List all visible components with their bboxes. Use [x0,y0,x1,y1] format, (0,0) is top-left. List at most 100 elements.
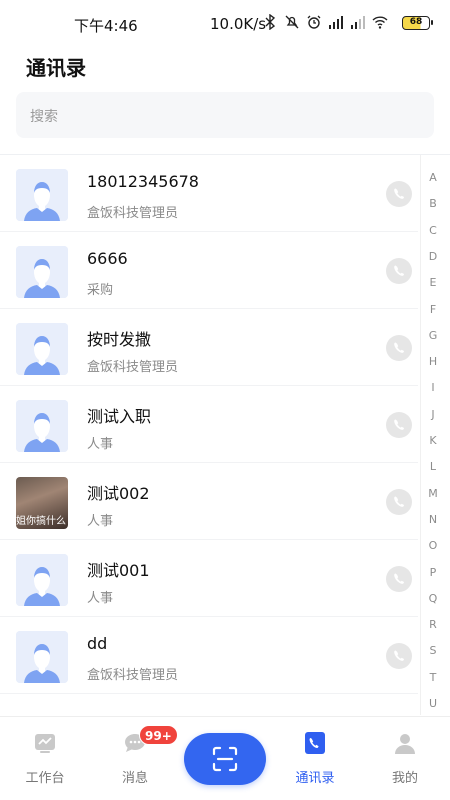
alphabet-letter[interactable]: P [421,566,445,579]
signal-icon [329,16,343,29]
nav-label: 我的 [391,771,418,786]
avatar [16,631,68,683]
call-button[interactable] [386,566,412,592]
alphabet-letter[interactable]: S [421,644,445,657]
contact-role: 人事 [87,591,114,606]
alphabet-letter[interactable]: N [421,513,445,526]
status-time: 下午4:46 [74,17,138,35]
avatar [16,169,68,221]
nav-workbench[interactable]: 工作台 [0,717,90,800]
alphabet-letter[interactable]: R [421,618,445,631]
signal-2-icon [351,16,365,29]
alphabet-index[interactable]: AB CDE FGHI JKL MNO PQRS TU [420,155,444,715]
alphabet-letter[interactable]: T [421,671,445,684]
alphabet-letter[interactable]: K [421,434,445,447]
nav-label: 工作台 [25,771,65,786]
alphabet-letter[interactable]: L [421,460,445,473]
alphabet-letter[interactable]: G [421,329,445,342]
phone-icon [394,650,404,661]
avatar [16,400,68,452]
avatar-caption: 姐你搞什么 [16,516,66,527]
contacts-icon [305,732,325,754]
contact-row[interactable]: 测试001 人事 [0,540,418,617]
wifi-icon [372,16,388,29]
phone-icon [394,496,404,507]
contact-role: 采购 [87,283,114,298]
phone-icon [394,342,404,353]
contact-row[interactable]: 18012345678 盒饭科技管理员 [0,155,418,232]
contact-role: 人事 [87,437,114,452]
page-title: 通讯录 [26,56,86,80]
bluetooth-icon [265,14,276,30]
avatar [16,246,68,298]
contact-row[interactable]: 测试入职 人事 [0,386,418,463]
photo-avatar: 姐你搞什么 [16,477,68,529]
alphabet-letter[interactable]: U [421,697,445,710]
battery-indicator: 68 [402,16,433,30]
alphabet-letter[interactable]: B [421,197,445,210]
call-button[interactable] [386,412,412,438]
alphabet-letter[interactable]: I [421,381,445,394]
nav-messages[interactable]: 99+ 消息 [90,717,180,800]
call-button[interactable] [386,258,412,284]
nav-label: 通讯录 [295,771,335,786]
alphabet-letter[interactable]: D [421,250,445,263]
call-button[interactable] [386,489,412,515]
status-bar: 下午4:46 10.0K/s 68 [0,0,450,46]
contact-role: 盒饭科技管理员 [87,668,179,683]
phone-icon [394,573,404,584]
alphabet-letter[interactable]: M [421,487,445,500]
alarm-icon [307,15,321,29]
default-avatar-icon [16,400,68,452]
workbench-icon [35,734,55,753]
alphabet-letter[interactable]: H [421,355,445,368]
phone-icon [394,188,404,199]
contact-name: dd [87,634,108,653]
contact-name: 按时发撒 [87,330,152,349]
search-input[interactable]: 搜索 [16,92,434,138]
alphabet-letter[interactable]: E [421,276,445,289]
search-placeholder: 搜索 [30,109,58,125]
contact-role: 盒饭科技管理员 [87,206,179,221]
mute-icon [285,15,299,29]
contact-role: 人事 [87,514,114,529]
message-badge: 99+ [139,725,178,745]
call-button[interactable] [386,335,412,361]
phone-icon [394,419,404,430]
contact-name: 6666 [87,249,128,268]
alphabet-letter[interactable]: O [421,539,445,552]
contact-row[interactable]: 姐你搞什么 测试002 人事 [0,463,418,540]
nav-label: 消息 [121,771,148,786]
default-avatar-icon [16,169,68,221]
contact-name: 测试入职 [87,407,152,426]
contact-name: 18012345678 [87,172,199,191]
alphabet-letter[interactable]: C [421,224,445,237]
status-icons [262,14,388,30]
default-avatar-icon [16,554,68,606]
alphabet-letter[interactable]: J [421,408,445,421]
contact-role: 盒饭科技管理员 [87,360,179,375]
alphabet-letter[interactable]: A [421,171,445,184]
contact-row[interactable]: 按时发撒盒饭科技管理员 [0,309,418,386]
avatar [16,554,68,606]
scan-button[interactable] [184,733,266,785]
nav-profile[interactable]: 我的 [360,717,450,800]
alphabet-letter[interactable]: F [421,303,445,316]
profile-icon [395,734,415,754]
contact-name: 测试001 [87,561,150,580]
contact-name: 测试002 [87,484,150,503]
bottom-nav: 工作台 99+ 消息 通讯录 我的 [0,716,450,800]
phone-icon [394,265,404,276]
avatar [16,323,68,375]
default-avatar-icon [16,631,68,683]
status-network-speed: 10.0K/s [210,15,267,33]
call-button[interactable] [386,181,412,207]
contact-row[interactable]: 6666 采购 [0,232,418,309]
call-button[interactable] [386,643,412,669]
default-avatar-icon [16,246,68,298]
contact-row[interactable]: dd 盒饭科技管理员 [0,617,418,694]
nav-contacts[interactable]: 通讯录 [270,717,360,800]
contact-list[interactable]: 18012345678 盒饭科技管理员 6666 采购 按时发撒 盒饭科技管理员 测试入职人… [0,155,418,715]
scan-icon [212,746,238,772]
alphabet-letter[interactable]: Q [421,592,445,605]
